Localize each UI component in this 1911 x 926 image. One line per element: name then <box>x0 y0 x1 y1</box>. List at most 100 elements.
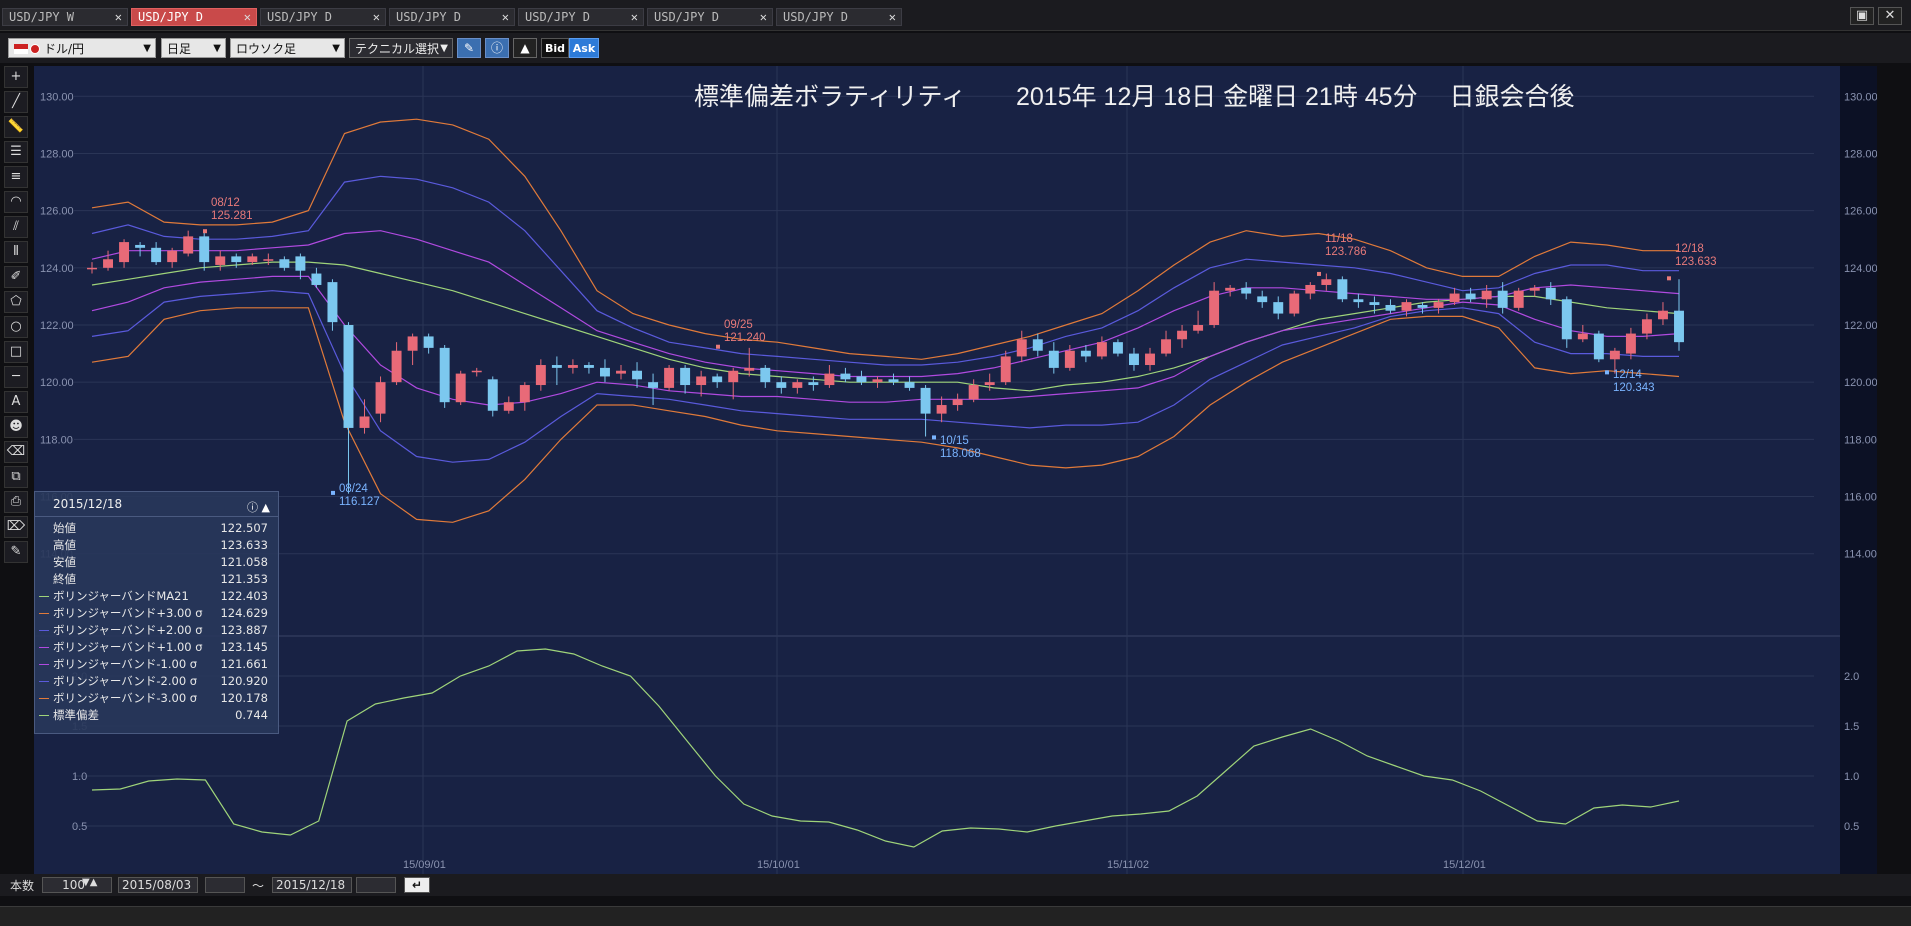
info-row: ボリンジャーバンド+2.00 σ 123.887 <box>35 622 278 639</box>
tab-6[interactable]: USD/JPY D ✕ <box>776 8 902 26</box>
sub-y-tick-right: 0.5 <box>1844 821 1859 833</box>
annotation-date: 12/14 <box>1613 369 1642 381</box>
print-icon[interactable]: ⎙ <box>4 491 28 513</box>
count-field[interactable]: 100 <box>42 877 112 893</box>
maximize-button[interactable]: ▣ <box>1850 7 1874 25</box>
candle-body <box>776 382 787 388</box>
tab-2[interactable]: USD/JPY D ✕ <box>260 8 386 26</box>
eraser-icon[interactable]: ⌫ <box>4 441 28 463</box>
candle-body <box>391 350 402 383</box>
text-icon[interactable]: A <box>4 391 28 413</box>
info-value: 122.507 <box>220 521 268 535</box>
settings-icon[interactable]: ✎ <box>4 541 28 563</box>
tab-bar: USD/JPY W ✕ USD/JPY D ✕ USD/JPY D ✕ USD/JPY D ✕… <box>0 0 1911 31</box>
candle-body <box>632 370 642 380</box>
info-value: 123.633 <box>220 538 268 552</box>
info-row: ボリンジャーバンド-2.00 σ 120.920 <box>35 673 278 690</box>
close-icon[interactable]: ✕ <box>889 9 896 25</box>
line-icon[interactable]: ╱ <box>4 91 28 113</box>
channel-icon[interactable]: ⫽ <box>4 216 28 238</box>
info-label: ボリンジャーバンド+3.00 σ <box>53 606 203 620</box>
spinner-icon[interactable]: ▼▲ <box>82 877 97 888</box>
circle-icon[interactable]: ○ <box>4 316 28 338</box>
icon-icon[interactable]: ☻ <box>4 416 28 438</box>
ask-button[interactable]: Ask <box>569 38 599 58</box>
info-header: 2015/12/18 ⓘ ▲ <box>35 492 278 517</box>
chart-icon[interactable]: ▲ <box>513 38 537 58</box>
time-to-field[interactable] <box>356 877 396 893</box>
copy-icon[interactable]: ⧉ <box>4 466 28 488</box>
charttype-select[interactable]: ロウソク足 ▼ <box>230 38 345 58</box>
candle-body <box>888 379 899 383</box>
vlines-icon[interactable]: ⦀ <box>4 241 28 263</box>
info-value: 122.403 <box>220 589 268 603</box>
date-from-field[interactable]: 2015/08/03 <box>118 877 198 893</box>
info-icon[interactable]: ⓘ <box>485 38 509 58</box>
series-swatch <box>39 647 49 648</box>
info-value: 124.629 <box>220 606 268 620</box>
arc-icon[interactable]: ◠ <box>4 191 28 213</box>
tab-5[interactable]: USD/JPY D ✕ <box>647 8 773 26</box>
extreme-marker <box>932 435 936 440</box>
info-label: 高値 <box>53 538 76 552</box>
candle-body <box>551 365 562 368</box>
date-to-field[interactable]: 2015/12/18 <box>272 877 352 893</box>
tab-0[interactable]: USD/JPY W ✕ <box>2 8 128 26</box>
y-tick-label-left: 120.00 <box>40 377 74 389</box>
candle-body <box>1497 290 1508 308</box>
series-swatch <box>39 698 49 699</box>
close-icon[interactable]: ✕ <box>760 9 767 25</box>
sub-y-tick-right: 2.0 <box>1844 671 1859 683</box>
tab-3[interactable]: USD/JPY D ✕ <box>389 8 515 26</box>
y-tick-label-right: 120.00 <box>1844 377 1877 389</box>
y-tick-label-right: 130.00 <box>1844 91 1877 103</box>
pentagon-icon[interactable]: ⬠ <box>4 291 28 313</box>
candle-body <box>1433 302 1444 308</box>
candle-body <box>1449 293 1460 303</box>
candle-body <box>1674 310 1684 343</box>
candle-body <box>455 373 466 403</box>
close-icon[interactable]: ✕ <box>244 9 251 25</box>
close-icon[interactable]: ✕ <box>115 9 122 25</box>
crosshair-icon[interactable]: + <box>4 66 28 88</box>
info-row: ボリンジャーバンド+1.00 σ 123.145 <box>35 639 278 656</box>
ruler-icon[interactable]: 📏 <box>4 116 28 138</box>
tab-1[interactable]: USD/JPY D ✕ <box>131 8 257 26</box>
candle-body <box>1353 299 1364 303</box>
technical-label: テクニカル選択 <box>355 42 440 56</box>
time-from-field[interactable] <box>205 877 245 893</box>
bid-button[interactable]: Bid <box>541 38 569 58</box>
candle-body <box>744 367 755 371</box>
pen-icon[interactable]: ✐ <box>4 266 28 288</box>
technical-select[interactable]: テクニカル選択 ▼ <box>349 38 453 58</box>
hlines-icon[interactable]: ☰ <box>4 141 28 163</box>
close-icon[interactable]: ✕ <box>373 9 380 25</box>
rectangle-icon[interactable]: □ <box>4 341 28 363</box>
hline-icon[interactable]: ─ <box>4 366 28 388</box>
tab-label: USD/JPY D <box>783 10 849 24</box>
candle-body <box>1064 350 1075 368</box>
currency-pair-select[interactable]: ドル/円 ▼ <box>8 38 156 58</box>
chart-area[interactable]: 08/12 125.281 09/25 121.240 11/18 123.786 12/1… <box>34 66 1878 874</box>
pen-icon[interactable]: ✎ <box>457 38 481 58</box>
candle-body <box>760 367 771 383</box>
flag-jp-icon <box>30 44 40 54</box>
info-label: 終値 <box>53 572 76 586</box>
y-tick-label-left: 122.00 <box>40 320 74 332</box>
info-collapse-icon[interactable]: ⓘ ▲ <box>247 496 270 520</box>
delete-icon[interactable]: ⌦ <box>4 516 28 538</box>
close-icon[interactable]: ✕ <box>631 9 638 25</box>
fan-lines-icon[interactable]: ≡ <box>4 166 28 188</box>
info-row: 終値 121.353 <box>35 571 278 588</box>
tab-4[interactable]: USD/JPY D ✕ <box>518 8 644 26</box>
close-window-button[interactable]: ✕ <box>1878 7 1902 25</box>
candle-body <box>1145 353 1155 366</box>
return-icon[interactable]: ↵ <box>404 877 430 893</box>
candle-body <box>952 399 963 406</box>
close-icon[interactable]: ✕ <box>502 9 509 25</box>
candle-body <box>600 367 610 377</box>
candle-body <box>1481 290 1492 300</box>
info-label: ボリンジャーバンド+2.00 σ <box>53 623 203 637</box>
timeframe-select[interactable]: 日足 ▼ <box>161 38 226 58</box>
info-label: 標準偏差 <box>53 708 99 722</box>
